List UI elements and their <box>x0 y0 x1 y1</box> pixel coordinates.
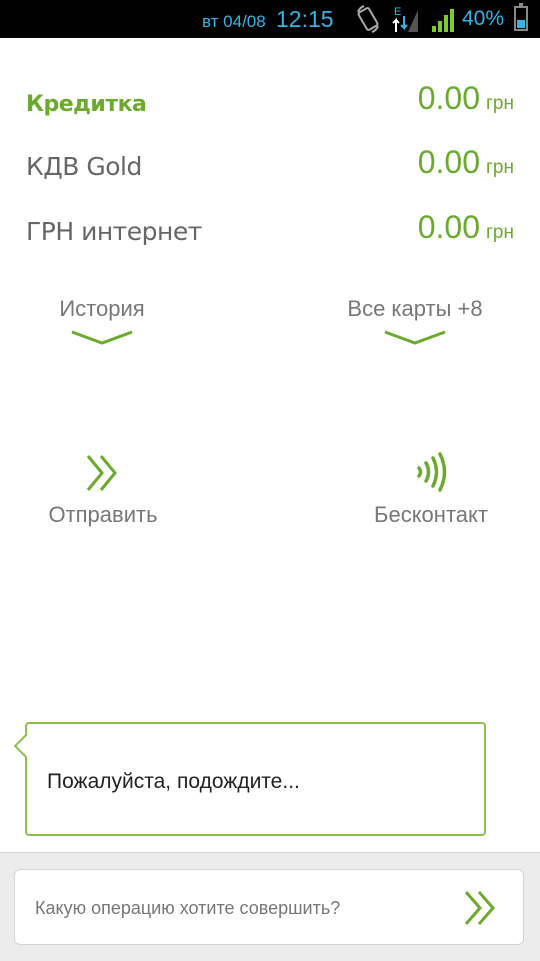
status-time: 12:15 <box>276 6 334 32</box>
status-date: вт 04/08 <box>202 12 266 31</box>
nfc-waves-icon <box>417 452 447 492</box>
account-name: КДВ Gold <box>26 152 142 181</box>
command-bar: Какую операцию хотите совершить? <box>0 852 540 961</box>
battery-percent: 40% <box>462 7 505 30</box>
status-icons: E <box>357 5 454 33</box>
bubble-tail <box>13 734 37 758</box>
account-name: ГРН интернет <box>26 217 202 246</box>
contactless-label: Бесконтакт <box>374 502 488 527</box>
data-arrows-icon: E <box>392 6 418 32</box>
account-balance: 0.00 грн <box>417 80 514 116</box>
account-balance: 0.00 грн <box>417 209 514 245</box>
contactless-action[interactable]: Бесконтакт <box>360 452 502 528</box>
history-toggle[interactable]: История <box>42 296 162 346</box>
signal-icon <box>432 9 454 32</box>
history-label: История <box>59 296 145 321</box>
wait-message: Пожалуйста, подождите... <box>47 770 300 793</box>
send-label: Отправить <box>48 502 158 527</box>
account-name: Кредитка <box>26 92 147 117</box>
double-chevron-right-icon[interactable] <box>461 888 501 928</box>
svg-text:E: E <box>394 6 401 18</box>
send-action[interactable]: Отправить <box>30 454 176 528</box>
account-row[interactable]: ГРН интернет 0.00 грн <box>26 209 514 259</box>
wait-message-bubble: Пожалуйста, подождите... <box>13 722 486 836</box>
all-cards-label: Все карты +8 <box>347 296 483 321</box>
operation-input[interactable]: Какую операцию хотите совершить? <box>14 869 524 945</box>
account-balance: 0.00 грн <box>417 144 514 180</box>
all-cards-toggle[interactable]: Все карты +8 <box>330 296 500 346</box>
operation-input-placeholder: Какую операцию хотите совершить? <box>35 898 341 918</box>
account-row[interactable]: Кредитка 0.00 грн <box>26 80 514 130</box>
double-chevron-right-icon <box>86 455 117 491</box>
battery-icon <box>514 3 528 31</box>
chevron-down-icon <box>71 330 133 345</box>
status-bar: вт 04/08 12:15 E 40% <box>0 0 540 38</box>
rotate-icon <box>357 5 379 33</box>
chevron-down-icon <box>384 330 446 345</box>
account-row[interactable]: КДВ Gold 0.00 грн <box>26 144 514 194</box>
